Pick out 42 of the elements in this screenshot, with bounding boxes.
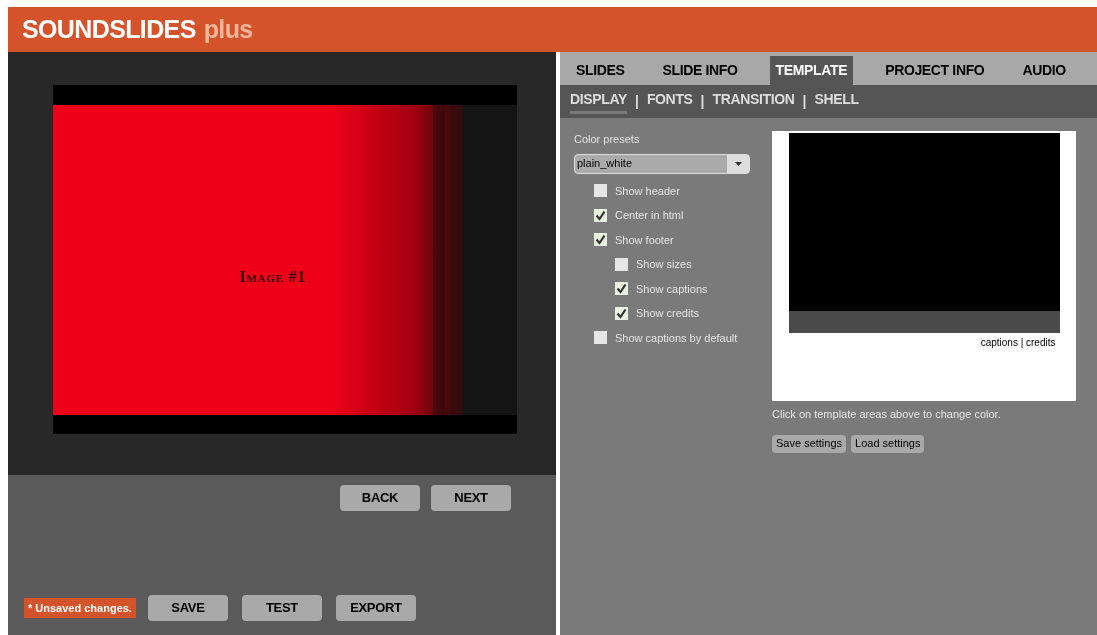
- tab[interactable]: SLIDES: [570, 56, 631, 85]
- checkbox-label: Show captions: [636, 281, 708, 297]
- save-button[interactable]: SAVE: [147, 595, 228, 621]
- footer-links: captions | credits: [980, 336, 1056, 350]
- checkbox[interactable]: [615, 306, 628, 320]
- checkbox[interactable]: [594, 208, 607, 222]
- checkbox-label: Show footer: [615, 232, 674, 248]
- hint-text: Click on template areas above to change color.: [772, 407, 1002, 422]
- load-settings-button[interactable]: Load settings: [851, 434, 925, 453]
- separator: |: [802, 92, 807, 111]
- subtab[interactable]: DISPLAY: [570, 89, 627, 114]
- color-presets-dropdown[interactable]: plain_white: [574, 153, 750, 174]
- checkbox-label: Center in html: [615, 208, 684, 223]
- back-button[interactable]: BACK: [340, 485, 420, 511]
- field-label: Color presets: [574, 132, 641, 147]
- export-button[interactable]: EXPORT: [335, 595, 416, 621]
- checkbox[interactable]: [615, 282, 628, 296]
- subtab[interactable]: SHELL: [814, 89, 859, 114]
- separator: |: [634, 92, 639, 111]
- checkbox[interactable]: [594, 233, 607, 247]
- checkbox-label: Show header: [615, 183, 680, 199]
- app-subtitle: plus: [203, 13, 253, 45]
- subtab[interactable]: FONTS: [646, 89, 693, 114]
- subtab[interactable]: TRANSITION: [712, 89, 795, 114]
- checkbox[interactable]: [594, 184, 607, 198]
- next-button[interactable]: NEXT: [431, 485, 511, 511]
- tab[interactable]: SLIDE INFO: [656, 56, 744, 85]
- dropdown-arrow-icon: [734, 161, 742, 166]
- checkbox[interactable]: [594, 331, 607, 345]
- checkbox-label: Show captions by default: [615, 330, 738, 346]
- tab[interactable]: AUDIO: [1016, 56, 1072, 85]
- save-settings-button[interactable]: Save settings: [772, 434, 847, 453]
- checkbox[interactable]: [615, 257, 628, 271]
- separator: |: [700, 92, 705, 111]
- slide-text: Image #1: [239, 266, 307, 287]
- unsaved-changes-badge: * Unsaved changes.: [24, 597, 136, 619]
- checkbox-label: Show sizes: [636, 257, 692, 272]
- tab[interactable]: TEMPLATE: [769, 56, 854, 85]
- test-button[interactable]: TEST: [241, 595, 322, 621]
- tab[interactable]: PROJECT INFO: [879, 56, 991, 85]
- checkbox-label: Show credits: [636, 306, 699, 321]
- app-title: SOUNDSLIDES: [22, 13, 196, 45]
